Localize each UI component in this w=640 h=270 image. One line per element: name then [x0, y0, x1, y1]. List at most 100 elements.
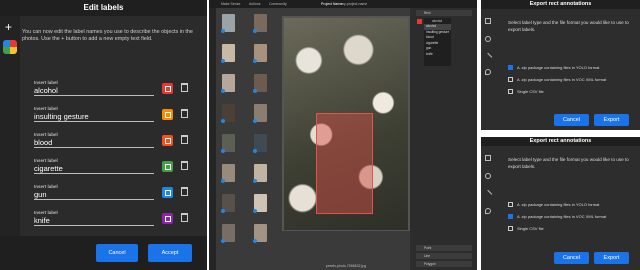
thumbnail[interactable] — [221, 74, 235, 93]
export-button[interactable]: Export — [594, 114, 629, 126]
checkbox[interactable] — [508, 89, 513, 94]
line-icon[interactable] — [483, 189, 493, 199]
checkbox[interactable] — [508, 214, 513, 219]
thumbnail[interactable] — [221, 44, 235, 63]
point-icon[interactable] — [485, 173, 491, 179]
thumbnail[interactable] — [253, 164, 267, 183]
delete-icon[interactable] — [181, 83, 188, 92]
delete-icon[interactable] — [181, 161, 188, 170]
color-picker-icon[interactable] — [162, 83, 173, 94]
line-section-header[interactable]: Line — [416, 253, 472, 259]
format-option-csv[interactable]: Single CSV file — [508, 88, 636, 96]
thumbnail[interactable] — [253, 14, 267, 33]
label-input[interactable]: knife — [34, 216, 154, 226]
menu-actions[interactable]: Actions — [249, 2, 260, 6]
label-input[interactable]: insulting gesture — [34, 112, 154, 122]
thumbnail[interactable] — [253, 104, 267, 123]
format-option-voc[interactable]: A .zip package containing files in VOC X… — [508, 76, 636, 84]
label-row: Insert label gun — [34, 184, 194, 206]
color-picker-icon[interactable] — [162, 135, 173, 146]
thumbnail[interactable] — [221, 194, 235, 213]
menu-make-sense[interactable]: Make Sense — [221, 2, 240, 6]
dialog-title: Export rect annotations — [481, 137, 640, 146]
point-icon[interactable] — [485, 36, 491, 42]
label-input[interactable]: blood — [34, 138, 154, 148]
export-question: Select label type and the file format yo… — [508, 20, 629, 32]
color-picker-icon[interactable] — [162, 187, 173, 198]
label-row: Insert label insulting gesture — [34, 106, 194, 128]
thumbnail[interactable] — [221, 164, 235, 183]
thumbnail[interactable] — [221, 14, 235, 33]
thumbnail[interactable] — [221, 104, 235, 123]
dialog-title: Edit labels — [0, 0, 207, 16]
label-input[interactable]: cigarette — [34, 164, 154, 174]
rect-icon[interactable] — [485, 18, 491, 24]
thumbnail[interactable] — [253, 74, 267, 93]
dropdown-item[interactable]: knife — [424, 52, 451, 58]
label-row: Insert label knife — [34, 210, 194, 232]
dialog-footer: Cancel Accept — [0, 236, 207, 270]
format-option-voc[interactable]: A .zip package containing files in VOC X… — [508, 213, 636, 221]
option-text: A .zip package containing files in VOC X… — [517, 77, 607, 82]
delete-icon[interactable] — [181, 109, 188, 118]
menu-community[interactable]: Community — [269, 2, 287, 6]
polygon-section-header[interactable]: Polygon — [416, 261, 472, 267]
thumbnail[interactable] — [253, 44, 267, 63]
add-label-button[interactable]: + — [5, 20, 12, 34]
color-picker-icon[interactable] — [162, 161, 173, 172]
option-text: Single CSV file — [517, 89, 544, 94]
project-label: Project Name: — [321, 2, 344, 6]
thumbnail[interactable] — [253, 194, 267, 213]
label-color-icon — [417, 19, 422, 24]
cancel-button[interactable]: Cancel — [554, 252, 589, 264]
checkbox[interactable] — [508, 202, 513, 207]
label-dropdown-menu: alcohol insulting gesture blood cigarett… — [424, 24, 451, 66]
delete-icon[interactable] — [181, 213, 188, 222]
delete-icon[interactable] — [181, 135, 188, 144]
export-question: Select label type and the file format yo… — [508, 157, 629, 169]
thumbnail[interactable] — [253, 134, 267, 153]
project-name-field[interactable]: my-project-name — [341, 2, 367, 6]
rect-section-header[interactable]: Rect — [416, 10, 472, 16]
edit-labels-dialog: Edit labels + You can now edit the label… — [0, 0, 207, 270]
left-strip — [0, 16, 20, 270]
checkbox[interactable] — [508, 226, 513, 231]
thumbnail[interactable] — [221, 224, 235, 243]
app-logo-icon — [3, 40, 17, 54]
insert-label-caption: Insert label — [34, 106, 58, 111]
option-text: Single CSV file — [517, 226, 544, 231]
option-text: A .zip package containing files in YOLO … — [517, 65, 600, 70]
cancel-button[interactable]: Cancel — [96, 244, 138, 262]
label-input[interactable]: gun — [34, 190, 154, 200]
option-text: A .zip package containing files in VOC X… — [517, 214, 607, 219]
polygon-icon[interactable] — [485, 69, 491, 75]
checkbox[interactable] — [508, 77, 513, 82]
option-text: A .zip package containing files in YOLO … — [517, 202, 600, 207]
rect-icon[interactable] — [485, 155, 491, 161]
label-input[interactable]: alcohol — [34, 86, 154, 96]
label-row: Insert label cigarette — [34, 158, 194, 180]
cancel-button[interactable]: Cancel — [554, 114, 589, 126]
label-row: Insert label blood — [34, 132, 194, 154]
format-option-csv[interactable]: Single CSV file — [508, 225, 636, 233]
thumbnail[interactable] — [221, 134, 235, 153]
delete-icon[interactable] — [181, 187, 188, 196]
insert-label-caption: Insert label — [34, 132, 58, 137]
polygon-icon[interactable] — [485, 208, 491, 214]
format-option-yolo[interactable]: A .zip package containing files in YOLO … — [508, 201, 636, 209]
image-thumbnails — [218, 10, 276, 265]
dialog-description: You can now edit the label names you use… — [22, 29, 193, 42]
format-option-yolo[interactable]: A .zip package containing files in YOLO … — [508, 64, 636, 72]
bounding-box[interactable] — [316, 113, 373, 214]
point-section-header[interactable]: Point — [416, 245, 472, 251]
line-icon[interactable] — [483, 52, 493, 62]
thumbnail[interactable] — [253, 224, 267, 243]
left-strip — [481, 146, 495, 270]
color-picker-icon[interactable] — [162, 109, 173, 120]
dialog-title: Export rect annotations — [481, 0, 640, 9]
accept-button[interactable]: Accept — [148, 244, 192, 262]
color-picker-icon[interactable] — [162, 213, 173, 224]
export-button[interactable]: Export — [594, 252, 629, 264]
top-bar: Make Sense Actions Community Project Nam… — [209, 0, 477, 8]
checkbox[interactable] — [508, 65, 513, 70]
